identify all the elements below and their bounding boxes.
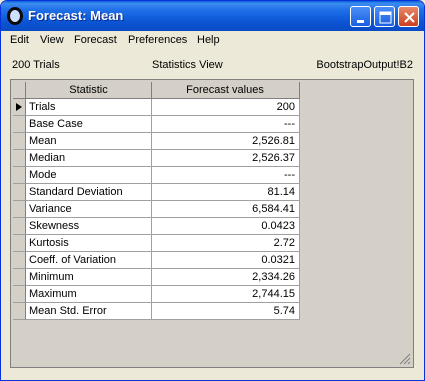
- row-selector[interactable]: [13, 150, 26, 167]
- forecast-window: Forecast: Mean Edit View Forecast Prefer…: [0, 0, 425, 381]
- statistic-name-cell[interactable]: Skewness: [26, 218, 152, 235]
- statistic-value-cell[interactable]: 2.72: [152, 235, 300, 252]
- statistics-panel: Statistic Forecast values Trials 200 Base …: [10, 79, 414, 368]
- table-row[interactable]: Variance 6,584.41: [13, 201, 300, 218]
- table-row[interactable]: Median 2,526.37: [13, 150, 300, 167]
- row-selector[interactable]: [13, 99, 26, 116]
- statistic-value-cell[interactable]: 0.0423: [152, 218, 300, 235]
- statistic-value-cell[interactable]: 2,526.37: [152, 150, 300, 167]
- menu-forecast[interactable]: Forecast: [74, 34, 117, 46]
- row-selector[interactable]: [13, 167, 26, 184]
- table-header-row: Statistic Forecast values: [13, 82, 300, 99]
- table-row[interactable]: Mode ---: [13, 167, 300, 184]
- current-row-arrow-icon: [16, 103, 22, 111]
- table-row[interactable]: Mean 2,526.81: [13, 133, 300, 150]
- column-header-forecast-values[interactable]: Forecast values: [152, 82, 300, 99]
- statistic-name-cell[interactable]: Standard Deviation: [26, 184, 152, 201]
- maximize-button[interactable]: [374, 6, 395, 27]
- row-selector[interactable]: [13, 218, 26, 235]
- row-selector[interactable]: [13, 252, 26, 269]
- table-row[interactable]: Kurtosis 2.72: [13, 235, 300, 252]
- row-selector[interactable]: [13, 303, 26, 320]
- statistic-value-cell[interactable]: 0.0321: [152, 252, 300, 269]
- menu-help[interactable]: Help: [197, 34, 220, 46]
- statistic-name-cell[interactable]: Coeff. of Variation: [26, 252, 152, 269]
- app-icon[interactable]: [7, 7, 23, 25]
- title-bar[interactable]: Forecast: Mean: [1, 1, 424, 31]
- table-row[interactable]: Skewness 0.0423: [13, 218, 300, 235]
- statistic-value-cell[interactable]: 2,334.26: [152, 269, 300, 286]
- statistic-name-cell[interactable]: Maximum: [26, 286, 152, 303]
- menu-view[interactable]: View: [40, 34, 64, 46]
- row-selector[interactable]: [13, 116, 26, 133]
- statistic-name-cell[interactable]: Kurtosis: [26, 235, 152, 252]
- table-row[interactable]: Minimum 2,334.26: [13, 269, 300, 286]
- statistic-name-cell[interactable]: Variance: [26, 201, 152, 218]
- table-row[interactable]: Maximum 2,744.15: [13, 286, 300, 303]
- menu-bar: Edit View Forecast Preferences Help: [1, 31, 424, 51]
- view-name: Statistics View: [152, 59, 223, 71]
- statistic-value-cell[interactable]: 2,526.81: [152, 133, 300, 150]
- row-selector[interactable]: [13, 235, 26, 252]
- maximize-icon: [379, 11, 392, 24]
- minimize-icon: [357, 20, 364, 23]
- resize-grip-icon[interactable]: [399, 353, 411, 365]
- statistic-name-cell[interactable]: Base Case: [26, 116, 152, 133]
- close-button[interactable]: [398, 6, 419, 27]
- statistic-name-cell[interactable]: Mode: [26, 167, 152, 184]
- statistic-value-cell[interactable]: 6,584.41: [152, 201, 300, 218]
- table-row[interactable]: Trials 200: [13, 99, 300, 116]
- window-title: Forecast: Mean: [28, 8, 124, 23]
- statistic-name-cell[interactable]: Minimum: [26, 269, 152, 286]
- menu-edit[interactable]: Edit: [10, 34, 29, 46]
- statistic-name-cell[interactable]: Mean: [26, 133, 152, 150]
- minimize-button[interactable]: [350, 6, 371, 27]
- statistic-value-cell[interactable]: ---: [152, 116, 300, 133]
- table-row[interactable]: Mean Std. Error 5.74: [13, 303, 300, 320]
- row-selector[interactable]: [13, 201, 26, 218]
- table-row[interactable]: Base Case ---: [13, 116, 300, 133]
- table-row[interactable]: Standard Deviation 81.14: [13, 184, 300, 201]
- table-row[interactable]: Coeff. of Variation 0.0321: [13, 252, 300, 269]
- row-selector[interactable]: [13, 133, 26, 150]
- menu-preferences[interactable]: Preferences: [128, 34, 187, 46]
- row-selector[interactable]: [13, 286, 26, 303]
- statistic-value-cell[interactable]: 81.14: [152, 184, 300, 201]
- trials-count: 200 Trials: [12, 59, 60, 71]
- statistic-name-cell[interactable]: Mean Std. Error: [26, 303, 152, 320]
- statistic-value-cell[interactable]: 5.74: [152, 303, 300, 320]
- source-cell: BootstrapOutput!B2: [316, 59, 413, 71]
- statistic-value-cell[interactable]: 2,744.15: [152, 286, 300, 303]
- column-header-statistic[interactable]: Statistic: [26, 82, 152, 99]
- statistic-value-cell[interactable]: 200: [152, 99, 300, 116]
- row-header-corner: [13, 82, 26, 99]
- close-icon: [404, 12, 415, 23]
- row-selector[interactable]: [13, 269, 26, 286]
- statistic-value-cell[interactable]: ---: [152, 167, 300, 184]
- statistic-name-cell[interactable]: Trials: [26, 99, 152, 116]
- info-bar: 200 Trials Statistics View BootstrapOutp…: [1, 53, 424, 73]
- row-selector[interactable]: [13, 184, 26, 201]
- statistic-name-cell[interactable]: Median: [26, 150, 152, 167]
